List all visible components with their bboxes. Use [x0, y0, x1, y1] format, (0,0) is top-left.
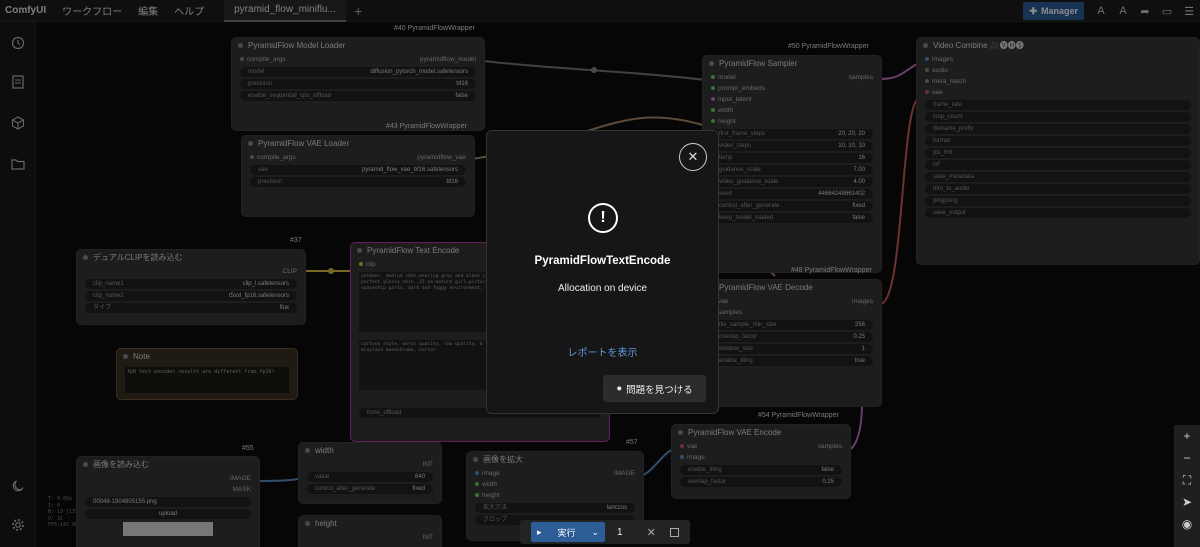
error-dialog: ✕ ! PyramidFlowTextEncode Allocation on …: [486, 130, 719, 414]
find-issues-button[interactable]: ● 問題を見つける: [603, 375, 706, 402]
stop-icon[interactable]: [669, 527, 679, 537]
play-icon: ▸: [537, 526, 542, 537]
toggle-visibility-icon[interactable]: ◉: [1174, 513, 1200, 535]
zoom-in-icon[interactable]: +: [1174, 425, 1200, 447]
batch-count-input[interactable]: 1: [617, 527, 623, 538]
zoom-out-icon[interactable]: −: [1174, 447, 1200, 469]
run-button[interactable]: ▸ 実行 ⌄: [531, 522, 605, 542]
warning-icon: !: [588, 203, 618, 233]
close-icon[interactable]: ✕: [679, 143, 707, 171]
pointer-icon[interactable]: ➤: [1174, 491, 1200, 513]
cancel-icon[interactable]: ✕: [647, 526, 656, 539]
run-label: 実行: [557, 527, 576, 538]
github-icon: ●: [616, 383, 623, 394]
fit-view-icon[interactable]: ⛶: [1174, 469, 1200, 491]
find-issues-label: 問題を見つける: [626, 384, 693, 396]
error-title: PyramidFlowTextEncode: [534, 255, 671, 267]
error-message: Allocation on device: [558, 283, 647, 294]
chevron-down-icon[interactable]: ⌄: [591, 527, 599, 538]
run-toolbar: ▸ 実行 ⌄ 1 ✕: [520, 520, 690, 544]
canvas-tools: + − ⛶ ➤ ◉: [1174, 425, 1200, 547]
show-report-link[interactable]: レポートを表示: [487, 344, 718, 359]
